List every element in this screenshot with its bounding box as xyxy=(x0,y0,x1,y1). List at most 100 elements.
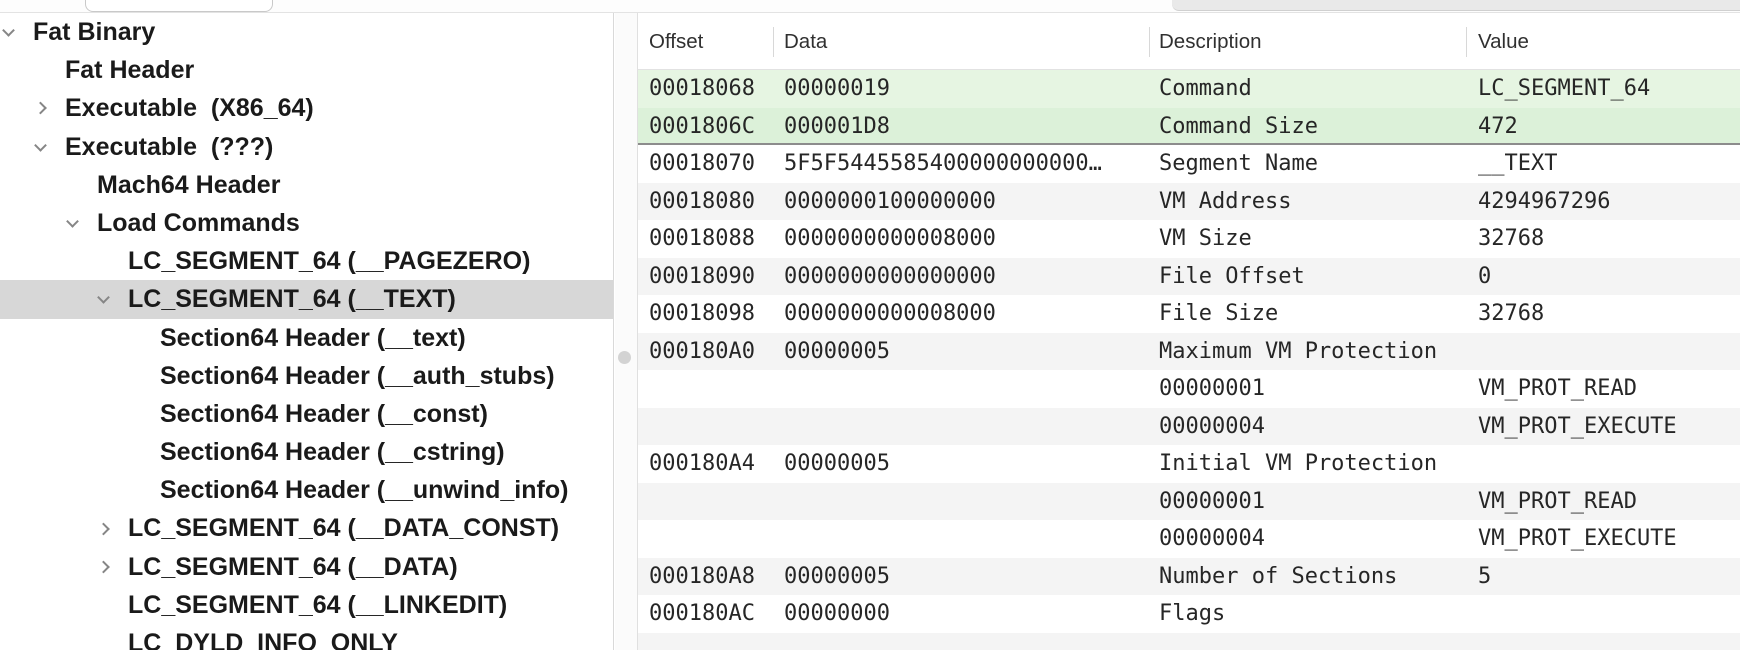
table-row[interactable]: 000180AC00000000Flags xyxy=(638,595,1740,633)
cell-offset xyxy=(649,520,779,558)
table-row[interactable]: 00000001VM_PROT_READ xyxy=(638,370,1740,408)
cell-data: 0000000000008000 xyxy=(784,220,1154,258)
table-row[interactable]: 000180705F5F5445585400000000000…Segment … xyxy=(638,145,1740,183)
cell-value: VM_PROT_EXECUTE xyxy=(1478,408,1738,446)
cell-value: 32768 xyxy=(1478,220,1738,258)
cell-offset: 00018068 xyxy=(649,70,779,108)
cell-description: Flags xyxy=(1159,595,1474,633)
column-header-description: Description xyxy=(1159,13,1262,70)
table-header: Offset Data Description Value xyxy=(638,13,1740,70)
tree-item[interactable]: Section64 Header (__unwind_info) xyxy=(0,471,613,509)
tree-item-label: LC_SEGMENT_64 (__PAGEZERO) xyxy=(128,247,530,275)
tree-item[interactable]: Section64 Header (__text) xyxy=(0,319,613,357)
tree-item[interactable]: LC_SEGMENT_64 (__TEXT) xyxy=(0,280,613,318)
cell-offset xyxy=(649,633,779,650)
cell-description: VM Size xyxy=(1159,220,1474,258)
cell-value: VM_PROT_EXECUTE xyxy=(1478,520,1738,558)
table-row[interactable]: 00000004VM_PROT_EXECUTE xyxy=(638,520,1740,558)
cell-description: File Offset xyxy=(1159,258,1474,296)
cell-data xyxy=(784,408,1154,446)
cell-description: Maximum VM Protection xyxy=(1159,333,1474,371)
cell-value: __TEXT xyxy=(1478,145,1738,183)
table-row[interactable]: 0001806800000019CommandLC_SEGMENT_64 xyxy=(638,70,1740,108)
cell-value: 5 xyxy=(1478,558,1738,596)
cell-value: 32768 xyxy=(1478,295,1738,333)
tree-item[interactable]: LC_SEGMENT_64 (__DATA) xyxy=(0,548,613,586)
tree-item[interactable]: LC_DYLD_INFO_ONLY xyxy=(0,624,613,650)
tree-item[interactable]: Mach64 Header xyxy=(0,166,613,204)
pane-splitter[interactable] xyxy=(615,13,637,650)
tree-item[interactable]: LC_SEGMENT_64 (__LINKEDIT) xyxy=(0,586,613,624)
table-row[interactable]: 000180A400000005Initial VM Protection xyxy=(638,445,1740,483)
splitter-handle-dot[interactable] xyxy=(618,351,631,364)
cell-offset: 00018080 xyxy=(649,183,779,221)
table-row[interactable]: 000180A000000005Maximum VM Protection xyxy=(638,333,1740,371)
chevron-down-icon[interactable] xyxy=(66,215,79,228)
chevron-down-icon[interactable] xyxy=(97,291,110,304)
tree-item[interactable]: Load Commands xyxy=(0,204,613,242)
chevron-right-icon[interactable] xyxy=(97,522,110,535)
tree-item[interactable]: LC_SEGMENT_64 (__PAGEZERO) xyxy=(0,242,613,280)
tree-item[interactable]: Fat Binary xyxy=(0,13,613,51)
cell-description: File Size xyxy=(1159,295,1474,333)
tree-item-label: Section64 Header (__unwind_info) xyxy=(160,476,568,504)
cell-description xyxy=(1159,633,1474,650)
cell-value xyxy=(1478,595,1738,633)
column-separator[interactable] xyxy=(1149,27,1150,57)
chevron-down-icon[interactable] xyxy=(2,24,15,37)
cell-offset: 000180A8 xyxy=(649,558,779,596)
tree-item-label: Section64 Header (__auth_stubs) xyxy=(160,362,555,390)
chevron-right-icon[interactable] xyxy=(34,102,47,115)
tree-item-label: Section64 Header (__cstring) xyxy=(160,438,505,466)
tree-item-label: LC_SEGMENT_64 (__LINKEDIT) xyxy=(128,591,507,619)
table-row[interactable]: 00000004VM_PROT_EXECUTE xyxy=(638,408,1740,446)
tree-item[interactable]: Section64 Header (__auth_stubs) xyxy=(0,357,613,395)
chevron-down-icon[interactable] xyxy=(34,139,47,152)
cell-data: 00000005 xyxy=(784,445,1154,483)
cell-data xyxy=(784,633,1154,650)
toolbar-field-partial[interactable] xyxy=(1172,0,1740,11)
cell-value: VM_PROT_READ xyxy=(1478,370,1738,408)
table-row[interactable]: 0001806C000001D8Command Size472 xyxy=(638,108,1740,146)
tree-item-label: LC_DYLD_INFO_ONLY xyxy=(128,629,398,650)
tree-item-label: LC_SEGMENT_64 (__TEXT) xyxy=(128,285,456,313)
tree-item[interactable]: Executable (???) xyxy=(0,128,613,166)
cell-offset xyxy=(649,483,779,521)
cell-description: Number of Sections xyxy=(1159,558,1474,596)
tree-item-label: Fat Header xyxy=(65,56,194,84)
table-row[interactable] xyxy=(638,633,1740,650)
cell-value xyxy=(1478,333,1738,371)
column-header-value: Value xyxy=(1478,13,1529,70)
tree-item[interactable]: Executable (X86_64) xyxy=(0,89,613,127)
table-row[interactable]: 000180900000000000000000File Offset0 xyxy=(638,258,1740,296)
cell-data: 5F5F5445585400000000000… xyxy=(784,145,1154,183)
cell-offset: 000180AC xyxy=(649,595,779,633)
table-row[interactable]: 00000001VM_PROT_READ xyxy=(638,483,1740,521)
cell-offset: 00018088 xyxy=(649,220,779,258)
column-separator[interactable] xyxy=(1466,27,1467,57)
tree-item[interactable]: LC_SEGMENT_64 (__DATA_CONST) xyxy=(0,509,613,547)
tree-item[interactable]: Section64 Header (__cstring) xyxy=(0,433,613,471)
tree-item-label: LC_SEGMENT_64 (__DATA) xyxy=(128,553,458,581)
cell-data: 00000005 xyxy=(784,333,1154,371)
toolbar-segmented-control-partial[interactable] xyxy=(85,0,273,12)
cell-description: Command Size xyxy=(1159,108,1474,146)
cell-offset: 00018098 xyxy=(649,295,779,333)
cell-value xyxy=(1478,633,1738,650)
cell-data xyxy=(784,370,1154,408)
cell-offset: 00018070 xyxy=(649,145,779,183)
tree-item[interactable]: Fat Header xyxy=(0,51,613,89)
cell-value: 4294967296 xyxy=(1478,183,1738,221)
table-row[interactable]: 000180A800000005Number of Sections5 xyxy=(638,558,1740,596)
cell-value: VM_PROT_READ xyxy=(1478,483,1738,521)
cell-description: Segment Name xyxy=(1159,145,1474,183)
column-separator[interactable] xyxy=(773,27,774,57)
table-row[interactable]: 000180800000000100000000VM Address429496… xyxy=(638,183,1740,221)
tree-item[interactable]: Section64 Header (__const) xyxy=(0,395,613,433)
cell-data: 0000000100000000 xyxy=(784,183,1154,221)
table-row[interactable]: 000180880000000000008000VM Size32768 xyxy=(638,220,1740,258)
chevron-right-icon[interactable] xyxy=(97,560,110,573)
tree-item-label: Executable (X86_64) xyxy=(65,94,314,122)
tree-item-label: Fat Binary xyxy=(33,18,155,46)
table-row[interactable]: 000180980000000000008000File Size32768 xyxy=(638,295,1740,333)
